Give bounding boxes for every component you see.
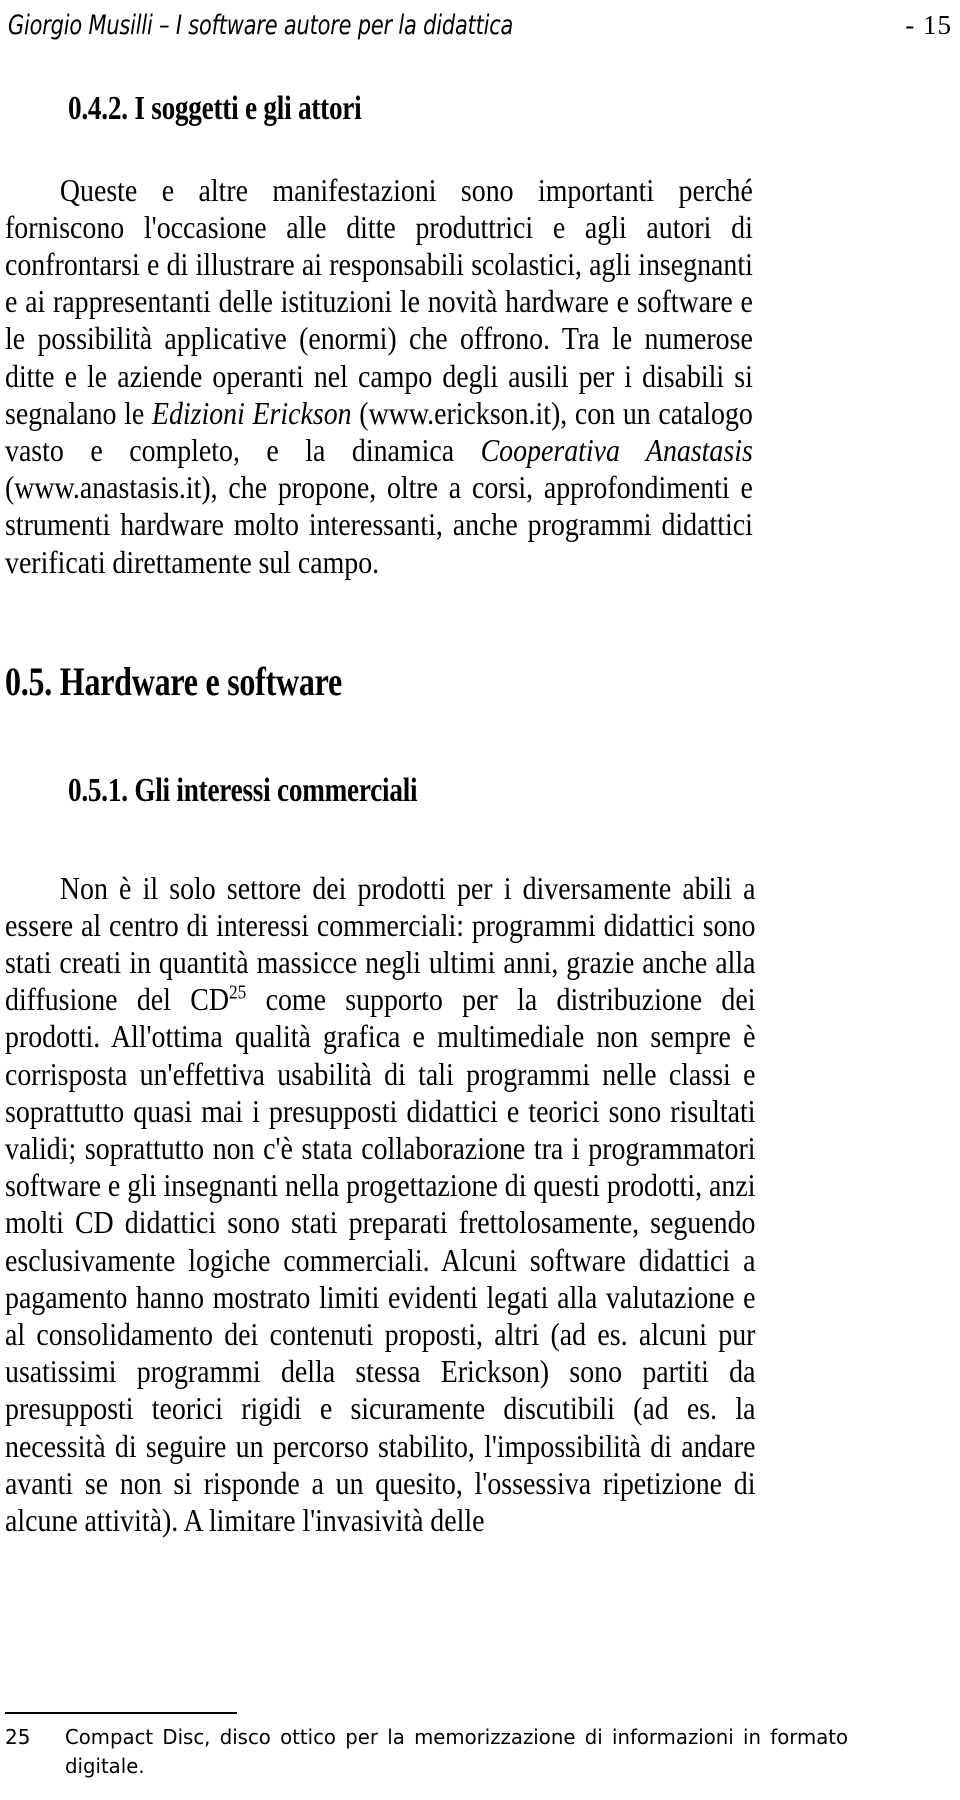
section-heading-0-5-1: 0.5.1. Gli interessi commerciali bbox=[68, 772, 418, 809]
page-number: - 15 bbox=[905, 10, 952, 40]
running-header: Giorgio Musilli – I software autore per … bbox=[8, 6, 952, 46]
paragraph-text-part: come supporto per la distribuzione dei p… bbox=[5, 982, 756, 1538]
footnote-text: Compact Disc, disco ottico per la memori… bbox=[65, 1725, 849, 1778]
italic-edizioni-erickson: Edizioni Erickson bbox=[151, 395, 352, 431]
italic-cooperativa-anastasis: Cooperativa Anastasis bbox=[480, 432, 753, 468]
footnote-separator-rule bbox=[5, 1712, 237, 1714]
paragraph-text-part: Queste e altre manifestazioni sono impor… bbox=[5, 172, 753, 431]
footnote-area: 25 Compact Disc, disco ottico per la mem… bbox=[5, 1712, 865, 1781]
footnote-reference-25[interactable]: 25 bbox=[229, 983, 246, 1004]
footnote-entry: 25 Compact Disc, disco ottico per la mem… bbox=[5, 1723, 865, 1781]
section-heading-0-4-2: 0.4.2. I soggetti e gli attori bbox=[68, 90, 362, 127]
paragraph-text-part: (www.anastasis.it), che propone, oltre a… bbox=[5, 470, 753, 580]
header-title: Giorgio Musilli – I software autore per … bbox=[8, 10, 514, 41]
paragraph-interessi-commerciali: Non è il solo settore dei prodotti per i… bbox=[5, 870, 755, 1540]
footnote-number: 25 bbox=[5, 1725, 31, 1749]
document-page: Giorgio Musilli – I software autore per … bbox=[0, 0, 960, 1800]
section-heading-0-5: 0.5. Hardware e software bbox=[5, 659, 342, 704]
paragraph-soggetti-attori: Queste e altre manifestazioni sono impor… bbox=[5, 172, 753, 581]
